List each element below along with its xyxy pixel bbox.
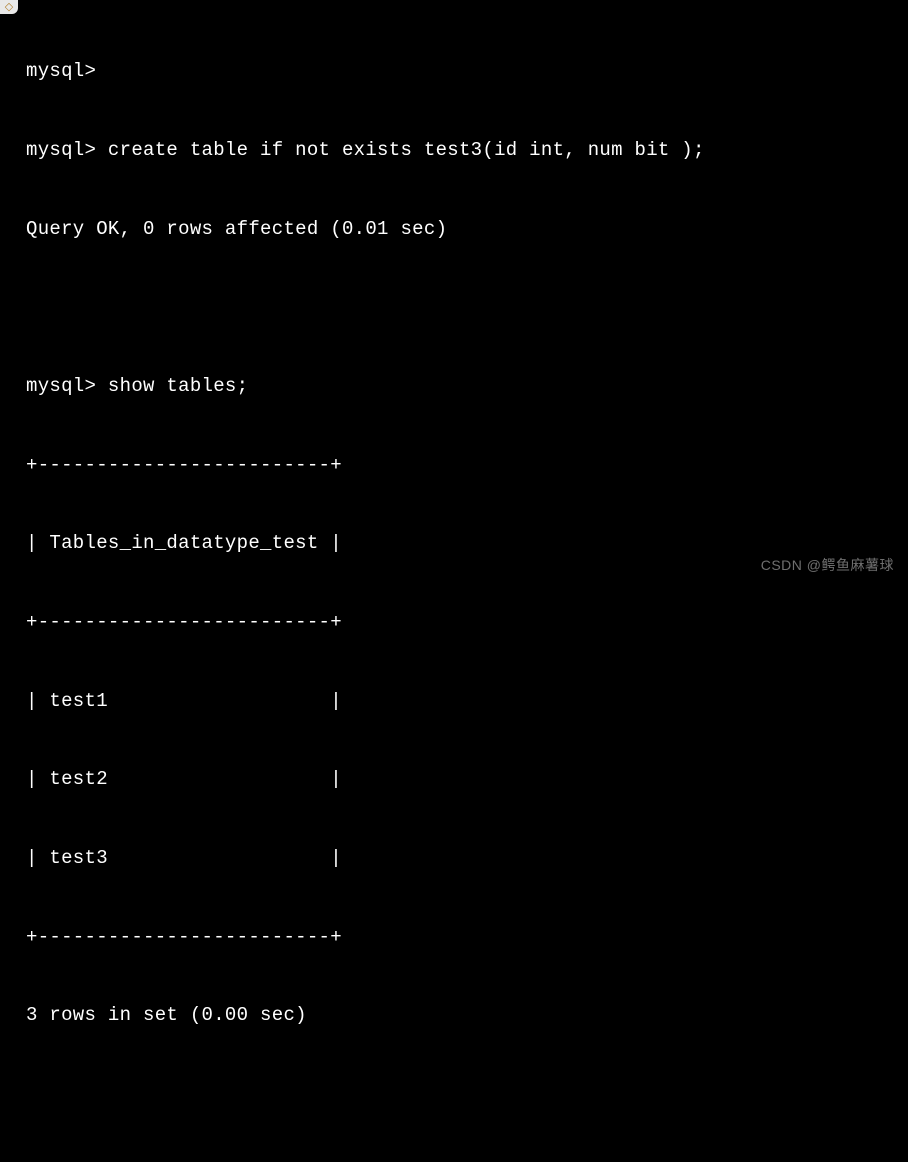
terminal-line [26, 1081, 908, 1107]
tab-glyph: ◇ [5, 0, 13, 14]
terminal-line: Query OK, 0 rows affected (0.01 sec) [26, 216, 908, 242]
terminal-line: | Tables_in_datatype_test | [26, 530, 908, 556]
terminal-line: +-------------------------+ [26, 609, 908, 635]
terminal-line: | test1 | [26, 688, 908, 714]
terminal-line: +-------------------------+ [26, 452, 908, 478]
terminal-line: mysql> show tables; [26, 373, 908, 399]
terminal-line: mysql> create table if not exists test3(… [26, 137, 908, 163]
terminal-line: | test2 | [26, 766, 908, 792]
terminal-line [26, 294, 908, 320]
terminal-line: | test3 | [26, 845, 908, 871]
terminal-line: mysql> insert into test3 values(100,0); [26, 1160, 908, 1162]
tab-handle[interactable]: ◇ [0, 0, 18, 14]
watermark: CSDN @鳄鱼麻薯球 [761, 555, 894, 575]
terminal-line: 3 rows in set (0.00 sec) [26, 1002, 908, 1028]
terminal-line: mysql> [26, 58, 908, 84]
terminal-line: +-------------------------+ [26, 924, 908, 950]
terminal-output: mysql> mysql> create table if not exists… [0, 0, 908, 1162]
